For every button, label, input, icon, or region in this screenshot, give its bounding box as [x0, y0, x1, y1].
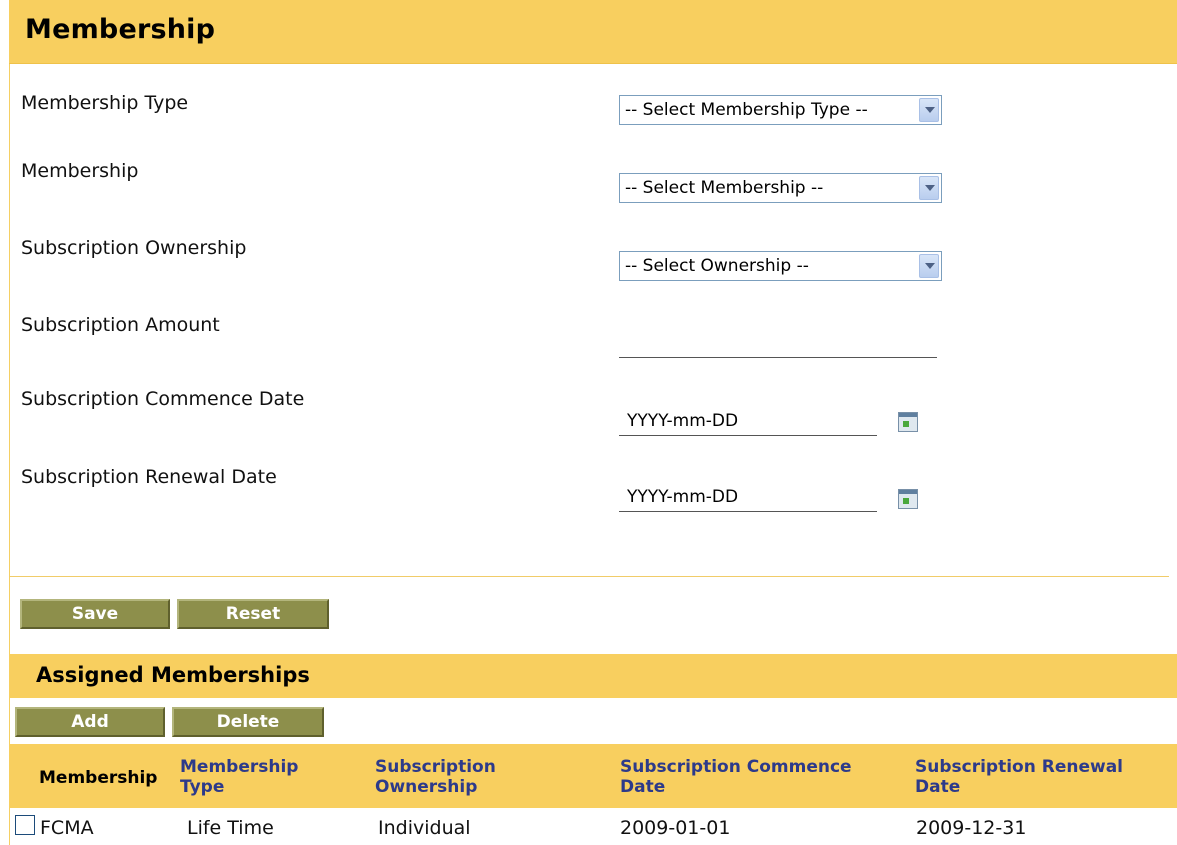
membership-type-select-value: -- Select Membership Type --	[625, 100, 868, 120]
commence-date-label: Subscription Commence Date	[21, 388, 305, 410]
column-header-subscription-ownership[interactable]: Subscription Ownership	[375, 757, 525, 797]
assigned-memberships-header: Assigned Memberships	[9, 654, 1177, 698]
membership-select[interactable]: -- Select Membership --	[619, 173, 942, 203]
subscription-amount-input[interactable]	[619, 330, 937, 358]
subscription-ownership-label: Subscription Ownership	[21, 237, 247, 259]
cell-renewal-date: 2009-12-31	[916, 817, 1027, 839]
chevron-down-icon[interactable]	[919, 98, 939, 122]
membership-select-value: -- Select Membership --	[625, 178, 824, 198]
subscription-amount-label: Subscription Amount	[21, 314, 220, 336]
calendar-icon[interactable]	[898, 412, 918, 432]
add-button[interactable]: Add	[15, 707, 165, 737]
membership-label: Membership	[21, 160, 139, 182]
renewal-date-label: Subscription Renewal Date	[21, 466, 277, 488]
cell-commence-date: 2009-01-01	[620, 817, 731, 839]
commence-date-input[interactable]: YYYY-mm-DD	[619, 408, 877, 436]
calendar-icon[interactable]	[898, 489, 918, 509]
membership-type-select[interactable]: -- Select Membership Type --	[619, 95, 942, 125]
renewal-date-input[interactable]: YYYY-mm-DD	[619, 484, 877, 512]
column-header-renewal-date[interactable]: Subscription Renewal Date	[915, 757, 1165, 797]
section-divider	[9, 576, 1169, 577]
column-header-commence-date[interactable]: Subscription Commence Date	[620, 757, 890, 797]
column-header-membership[interactable]: Membership	[39, 768, 157, 788]
section-title: Assigned Memberships	[36, 663, 310, 687]
cell-subscription-ownership: Individual	[378, 817, 471, 839]
membership-header: Membership	[9, 0, 1177, 64]
membership-type-label: Membership Type	[21, 92, 189, 114]
chevron-down-icon[interactable]	[919, 254, 939, 278]
chevron-down-icon[interactable]	[919, 176, 939, 200]
page-title: Membership	[25, 14, 216, 45]
reset-button[interactable]: Reset	[177, 599, 329, 629]
delete-button[interactable]: Delete	[172, 707, 324, 737]
cell-membership-type: Life Time	[187, 817, 274, 839]
row-checkbox[interactable]	[15, 815, 35, 835]
ownership-select-value: -- Select Ownership --	[625, 256, 809, 276]
save-button[interactable]: Save	[20, 599, 170, 629]
ownership-select[interactable]: -- Select Ownership --	[619, 251, 942, 281]
column-header-membership-type[interactable]: Membership Type	[180, 757, 320, 797]
cell-membership[interactable]: FCMA	[40, 817, 94, 839]
